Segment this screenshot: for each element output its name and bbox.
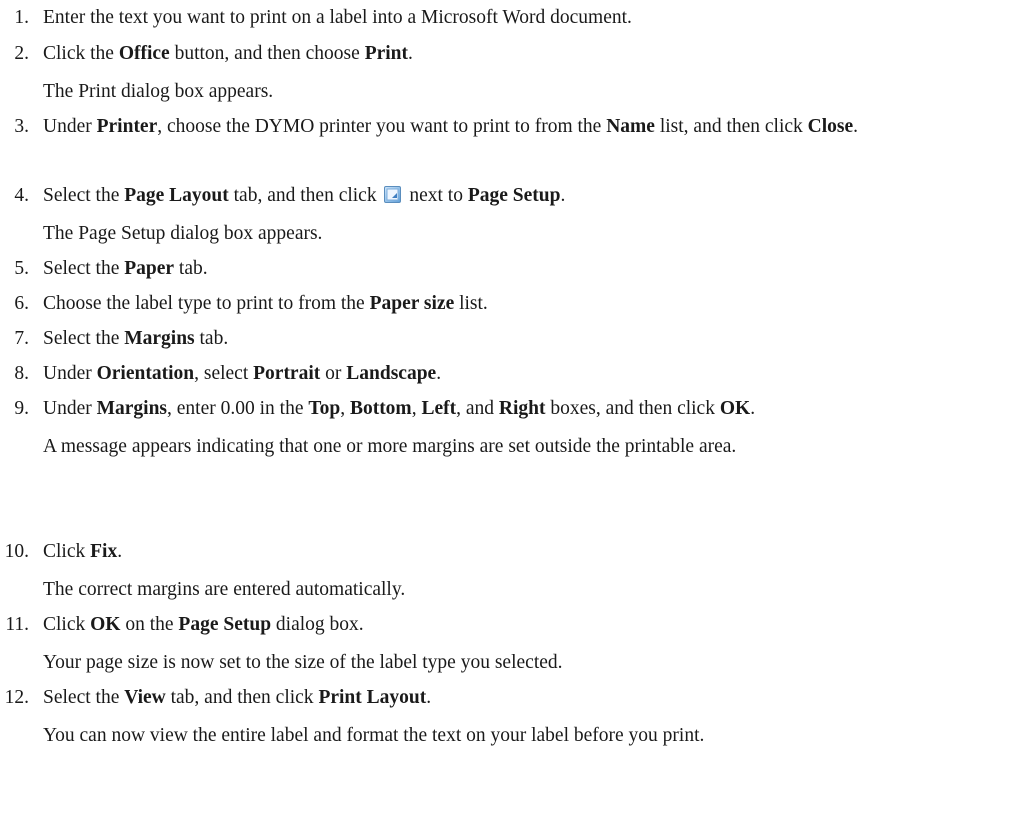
step-number: 9. bbox=[14, 398, 29, 419]
ui-term: Right bbox=[498, 398, 546, 419]
step-number: 4. bbox=[14, 185, 29, 206]
step-number: 3. bbox=[14, 116, 29, 137]
ui-term: OK bbox=[719, 398, 751, 419]
step-text: Enter the text you want to print on a la… bbox=[43, 7, 632, 28]
step-number: 7. bbox=[14, 328, 29, 349]
step-text: Under Margins, enter 0.00 in the Top, Bo… bbox=[43, 398, 756, 419]
ui-term: OK bbox=[90, 614, 121, 635]
ui-term: Close bbox=[807, 116, 854, 137]
step-text: Select the Paper tab. bbox=[43, 258, 208, 279]
dialog-launcher-icon bbox=[384, 182, 402, 203]
step-result: A message appears indicating that one or… bbox=[43, 436, 737, 457]
step-text: Under Printer, choose the DYMO printer y… bbox=[43, 116, 859, 137]
step-text: Select the Margins tab. bbox=[43, 328, 229, 349]
ui-term: Office bbox=[118, 43, 170, 64]
step-number: 1. bbox=[14, 7, 29, 28]
step-content: Under Orientation, select Portrait or La… bbox=[43, 358, 1013, 390]
ui-term: Bottom bbox=[349, 398, 412, 419]
step-number: 10. bbox=[4, 541, 29, 562]
step-result: The Print dialog box appears. bbox=[43, 81, 274, 102]
step-content: Select the View tab, and then click Prin… bbox=[43, 682, 1013, 752]
step-number: 6. bbox=[14, 293, 29, 314]
ui-term: Landscape bbox=[346, 363, 437, 384]
ui-term: Print bbox=[364, 43, 409, 64]
step-content: Click Fix. The correct margins are enter… bbox=[43, 536, 1013, 606]
step-content: Enter the text you want to print on a la… bbox=[43, 2, 1013, 34]
step-text: Click the Office button, and then choose… bbox=[43, 43, 413, 64]
ui-term: Printer bbox=[96, 116, 158, 137]
step-number: 12. bbox=[4, 687, 29, 708]
step-text: Click OK on the Page Setup dialog box. bbox=[43, 614, 364, 635]
step-number: 8. bbox=[14, 363, 29, 384]
step-content: Click the Office button, and then choose… bbox=[43, 38, 1013, 108]
ui-term: Paper bbox=[124, 258, 175, 279]
ui-term: Left bbox=[421, 398, 457, 419]
step-text: Under Orientation, select Portrait or La… bbox=[43, 363, 442, 384]
ui-term: Margins bbox=[124, 328, 195, 349]
step-content: Under Printer, choose the DYMO printer y… bbox=[43, 111, 1013, 143]
ui-term: Margins bbox=[96, 398, 168, 419]
step-result: The correct margins are entered automati… bbox=[43, 579, 406, 600]
step-text: Click Fix. bbox=[43, 541, 123, 562]
step-content: Select the Page Layout tab, and then cli… bbox=[43, 180, 1013, 250]
step-text: Select the Page Layout tab, and then cli… bbox=[43, 180, 1013, 212]
step-text: Select the View tab, and then click Prin… bbox=[43, 687, 432, 708]
ui-term: Page Setup bbox=[467, 185, 561, 206]
ui-term: Fix bbox=[90, 541, 118, 562]
step-content: Select the Margins tab. bbox=[43, 323, 1013, 355]
step-result: You can now view the entire label and fo… bbox=[43, 725, 705, 746]
step-number: 2. bbox=[14, 43, 29, 64]
step-number: 5. bbox=[14, 258, 29, 279]
step-text: Choose the label type to print to from t… bbox=[43, 293, 488, 314]
ui-term: Page Layout bbox=[124, 185, 229, 206]
ui-term: Orientation bbox=[96, 363, 195, 384]
step-content: Select the Paper tab. bbox=[43, 253, 1013, 285]
step-content: Click OK on the Page Setup dialog box. Y… bbox=[43, 609, 1013, 679]
ui-term: Name bbox=[606, 116, 655, 137]
ui-term: Paper size bbox=[369, 293, 455, 314]
ui-term: Page Setup bbox=[178, 614, 272, 635]
step-result: Your page size is now set to the size of… bbox=[43, 652, 563, 673]
step-result: The Page Setup dialog box appears. bbox=[43, 223, 323, 244]
ui-term: Print Layout bbox=[318, 687, 427, 708]
step-content: Choose the label type to print to from t… bbox=[43, 288, 1013, 320]
step-number: 11. bbox=[5, 614, 29, 635]
ui-term: View bbox=[124, 687, 166, 708]
ui-term: Portrait bbox=[253, 363, 321, 384]
ui-term: Top bbox=[308, 398, 341, 419]
step-content: Under Margins, enter 0.00 in the Top, Bo… bbox=[43, 393, 1013, 463]
